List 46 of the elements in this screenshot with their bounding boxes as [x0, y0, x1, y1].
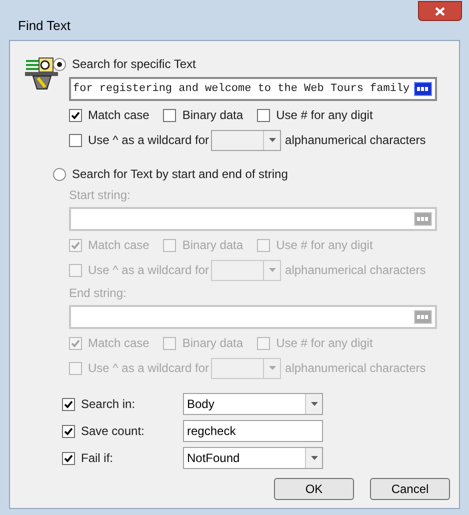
caret-icon	[268, 268, 276, 272]
dialog-button[interactable]: Cancel	[370, 478, 450, 500]
option-label: alphanumerical characters	[285, 132, 426, 149]
field-label: End string:	[69, 285, 128, 302]
checkbox[interactable]	[69, 108, 82, 122]
setting-label: Search in:	[81, 396, 136, 413]
radio-label: Search for specific Text	[72, 56, 196, 73]
dropdown[interactable]	[211, 130, 282, 150]
checkbox[interactable]	[163, 108, 176, 122]
caret-icon	[310, 402, 318, 406]
option-label: Use ^ as a wildcard for	[88, 262, 210, 279]
option-label: Use # for any digit	[276, 237, 373, 254]
setting-label: Fail if:	[81, 450, 114, 467]
dropdown[interactable]: NotFound	[183, 447, 323, 469]
checkbox[interactable]	[62, 424, 75, 438]
option-label: Binary data	[182, 335, 244, 352]
close-icon	[435, 6, 445, 16]
field-label: Start string:	[69, 187, 132, 204]
checkbox[interactable]	[257, 108, 270, 122]
option-label: Use ^ as a wildcard for	[88, 132, 210, 149]
option-label: Match case	[88, 335, 150, 352]
caret-icon	[310, 456, 318, 460]
input-field[interactable]: regcheck	[183, 420, 323, 442]
text-options-icon[interactable]	[414, 82, 432, 96]
caret-icon	[268, 366, 276, 370]
option-label: Match case	[88, 237, 150, 254]
dialog-button[interactable]: OK	[274, 478, 354, 500]
option-label: Match case	[88, 107, 150, 124]
setting-label: Save count:	[81, 423, 146, 440]
window-title: Find Text	[18, 17, 71, 35]
dropdown[interactable]: Body	[183, 393, 323, 415]
radio-label: Search for Text by start and end of string	[72, 166, 288, 183]
checkbox[interactable]	[69, 134, 82, 146]
checkbox[interactable]	[62, 398, 75, 410]
checkbox[interactable]	[62, 452, 75, 464]
option-label: Use ^ as a wildcard for	[88, 360, 210, 377]
input-field[interactable]: for registering and welcome to the Web Tours family	[69, 77, 437, 101]
option-label: Use # for any digit	[276, 335, 373, 352]
option-label: Use # for any digit	[276, 107, 373, 124]
option-label: Binary data	[182, 237, 244, 254]
close-button[interactable]	[418, 1, 462, 21]
option-label: Binary data	[182, 107, 244, 124]
caret-icon	[268, 138, 276, 142]
option-label: alphanumerical characters	[285, 360, 426, 377]
radio-button[interactable]	[53, 58, 66, 70]
option-label: alphanumerical characters	[285, 262, 426, 279]
